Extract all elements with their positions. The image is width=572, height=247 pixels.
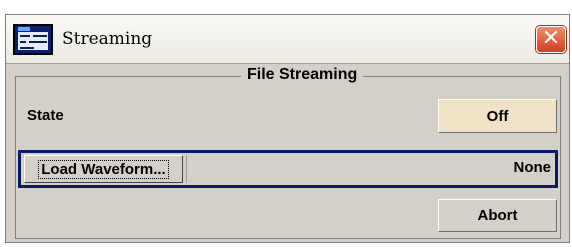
load-waveform-row: Load Waveform... None [18,150,558,188]
close-icon: ✕ [541,26,561,51]
row-divider [186,155,187,183]
window-title: Streaming [62,29,153,49]
waveform-file-value: None [513,159,552,176]
state-toggle-button[interactable]: Off [438,99,557,133]
state-label: State [27,107,64,124]
group-legend: File Streaming [241,66,364,84]
load-waveform-button[interactable]: Load Waveform... [24,155,183,183]
load-waveform-label: Load Waveform... [38,159,169,179]
file-streaming-group: File Streaming State Off Load Waveform..… [15,66,561,239]
window-app-icon [13,24,53,55]
title-bar[interactable]: Streaming ✕ [6,15,569,64]
abort-button[interactable]: Abort [438,199,557,232]
streaming-dialog: Streaming ✕ File Streaming State Off Loa… [5,14,570,243]
close-button[interactable]: ✕ [536,26,566,53]
